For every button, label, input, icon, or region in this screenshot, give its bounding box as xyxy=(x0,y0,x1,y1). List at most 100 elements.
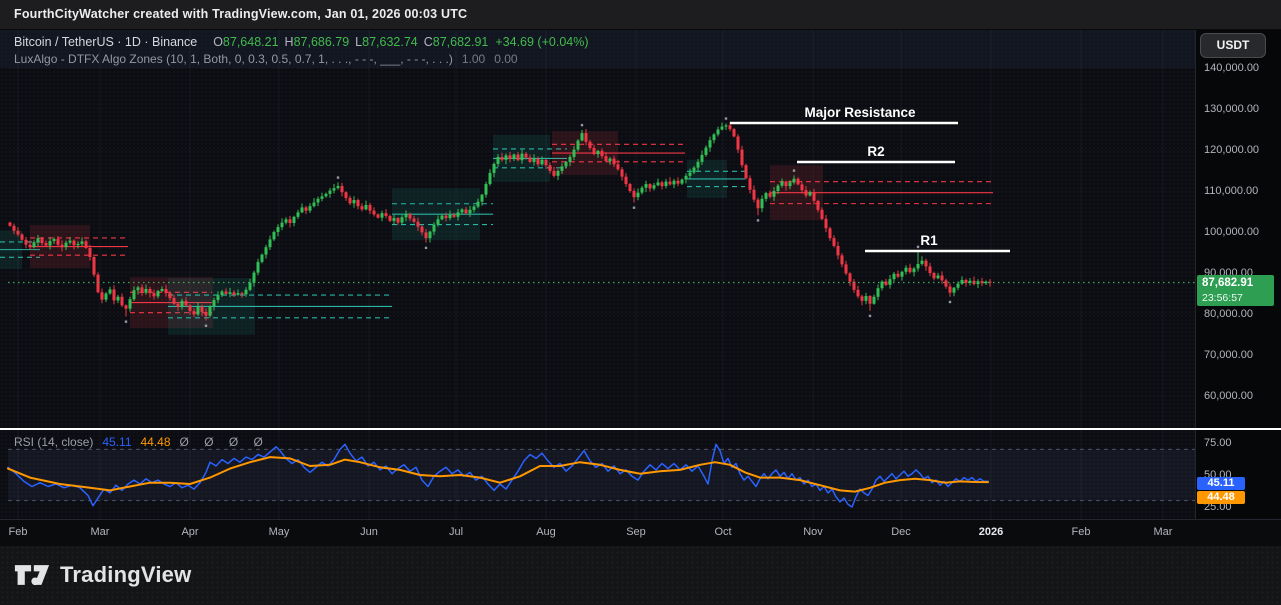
indicator-legend-row[interactable]: LuxAlgo - DTFX Algo Zones (10, 1, Both, … xyxy=(14,51,589,68)
candle-body xyxy=(425,232,428,238)
close-label: C xyxy=(424,35,433,49)
low-value: 87,632.74 xyxy=(362,35,418,49)
time-tick-label: Sep xyxy=(626,526,646,538)
candle-body xyxy=(933,273,936,278)
candle-body xyxy=(297,212,300,217)
candle-body xyxy=(461,209,464,212)
candle-body xyxy=(421,227,424,233)
open-label: O xyxy=(213,35,223,49)
time-tick-label: Jul xyxy=(449,526,463,538)
candle-body xyxy=(77,244,80,245)
rsi-legend-row[interactable]: RSI (14, close)45.1144.48Ø Ø Ø Ø xyxy=(14,435,269,450)
pane-separator[interactable] xyxy=(0,428,1281,430)
candle-body xyxy=(417,222,420,227)
candle-body xyxy=(137,287,140,290)
symbol-legend-row[interactable]: Bitcoin / TetherUS · 1D · BinanceO87,648… xyxy=(14,34,589,51)
price-axis[interactable]: USDT 140,000.00130,000.00120,000.00110,0… xyxy=(1195,30,1281,519)
candle-body xyxy=(861,296,864,301)
price-tick-label: 70,000.00 xyxy=(1204,349,1253,361)
chart-area[interactable]: Major ResistanceR2R1 Bitcoin / TetherUS … xyxy=(0,30,1195,519)
candle-body xyxy=(657,182,660,185)
time-tick-label: Feb xyxy=(1072,526,1091,538)
last-price-badge[interactable]: 87,682.91 23:56:57 xyxy=(1197,275,1274,306)
candle-body xyxy=(361,206,364,209)
candle-body xyxy=(645,184,648,188)
candle-body xyxy=(901,272,904,277)
rsi-tick-label: 75.00 xyxy=(1204,437,1232,449)
candle-body xyxy=(685,176,688,180)
candle-body xyxy=(477,202,480,207)
candle-body xyxy=(705,148,708,155)
rsi-value-badge: 45.11 xyxy=(1197,477,1245,490)
candle-body xyxy=(21,234,24,239)
candle-body xyxy=(913,268,916,272)
candle-body xyxy=(181,301,184,307)
candle-body xyxy=(541,160,544,165)
candle-body xyxy=(349,198,352,203)
price-tick-label: 120,000.00 xyxy=(1204,144,1259,156)
candle-body xyxy=(317,199,320,203)
candle-body xyxy=(397,218,400,223)
candle-body xyxy=(497,157,500,164)
candle-body xyxy=(329,191,332,194)
candle-body xyxy=(829,228,832,238)
candle-body xyxy=(733,129,736,136)
candle-body xyxy=(737,136,740,149)
candle-body xyxy=(65,243,68,248)
symbol-title[interactable]: Bitcoin / TetherUS · 1D · Binance xyxy=(14,35,197,49)
candle-body xyxy=(825,219,828,228)
indicator-name[interactable]: LuxAlgo - DTFX Algo Zones (10, 1, Both, … xyxy=(14,52,453,66)
candle-body xyxy=(729,125,732,129)
candle-body xyxy=(537,159,540,165)
candle-body xyxy=(773,191,776,197)
indicator-value-1: 1.00 xyxy=(462,52,485,66)
candle-body xyxy=(505,155,508,160)
candle-body xyxy=(609,159,612,161)
candle-body xyxy=(725,125,728,126)
time-tick-label: Feb xyxy=(9,526,28,538)
candle-body xyxy=(177,304,180,307)
time-tick-label: 2026 xyxy=(979,526,1003,538)
currency-button[interactable]: USDT xyxy=(1200,33,1266,58)
candle-body xyxy=(781,182,784,186)
candle-body xyxy=(481,195,484,202)
tradingview-logo[interactable]: TradingView xyxy=(13,557,191,593)
candle-body xyxy=(613,159,616,165)
candle-body xyxy=(381,213,384,218)
candle-body xyxy=(265,247,268,254)
candle-body xyxy=(905,268,908,272)
tradingview-logo-icon xyxy=(13,557,51,593)
candle-body xyxy=(605,156,608,161)
rsi-ma-badge: 44.48 xyxy=(1197,491,1245,504)
time-tick-label: Aug xyxy=(536,526,556,538)
time-axis[interactable]: FebMarAprMayJunJulAugSepOctNovDec2026Feb… xyxy=(0,519,1281,546)
candle-body xyxy=(149,289,152,293)
candle-body xyxy=(697,162,700,168)
rsi-title[interactable]: RSI (14, close) xyxy=(14,435,93,449)
high-label: H xyxy=(285,35,294,49)
candle-body xyxy=(893,274,896,279)
candle-body xyxy=(813,192,816,201)
candle-body xyxy=(869,296,872,304)
candle-body xyxy=(285,219,288,222)
candle-body xyxy=(473,207,476,210)
candle-body xyxy=(141,287,144,292)
candle-body xyxy=(489,173,492,184)
candle-body xyxy=(33,242,36,247)
candle-body xyxy=(561,166,564,171)
candle-body xyxy=(13,226,16,231)
candle-body xyxy=(909,268,912,273)
candle-body xyxy=(677,181,680,184)
candle-body xyxy=(405,214,408,217)
candle-body xyxy=(469,210,472,213)
candle-body xyxy=(173,298,176,304)
candle-body xyxy=(897,274,900,277)
candle-body xyxy=(985,282,988,284)
candle-body xyxy=(445,216,448,218)
candle-body xyxy=(413,218,416,221)
time-tick-label: Mar xyxy=(91,526,110,538)
swing-high-dot xyxy=(725,117,727,119)
candle-body xyxy=(437,219,440,224)
candle-body xyxy=(585,133,588,142)
candle-body xyxy=(53,239,56,241)
